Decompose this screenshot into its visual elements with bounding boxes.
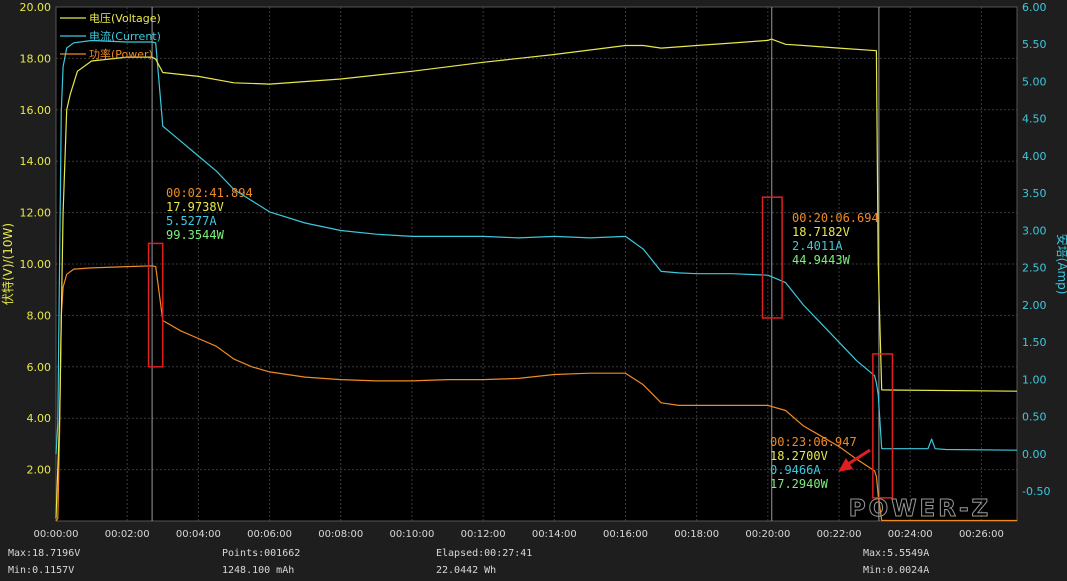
- y-left-tick-label: 16.00: [20, 104, 52, 117]
- y-right-tick-label: 1.00: [1022, 373, 1047, 386]
- legend-entry: 电流(Current): [89, 29, 161, 43]
- x-tick-label: 00:22:00: [817, 529, 862, 540]
- x-tick-label: 00:04:00: [176, 529, 221, 540]
- y-left-tick-label: 20.00: [20, 1, 52, 14]
- y-left-tick-label: 8.00: [27, 309, 52, 322]
- x-tick-label: 00:06:00: [247, 529, 292, 540]
- annotation-line: 2.4011A: [792, 239, 843, 253]
- y-axis-left-label: 伏特(V)/(10W): [0, 223, 15, 305]
- x-tick-label: 00:02:00: [105, 529, 150, 540]
- x-tick-label: 00:10:00: [389, 529, 434, 540]
- stat-min-voltage: Min:0.1157V: [8, 565, 75, 576]
- y-right-tick-label: 1.50: [1022, 336, 1047, 349]
- y-left-tick-label: 10.00: [20, 258, 52, 271]
- legend-entry: 功率(Power): [89, 47, 153, 61]
- stat-capacity: 1248.100 mAh: [222, 565, 295, 576]
- y-right-tick-label: 5.00: [1022, 75, 1047, 88]
- stats-footer: Max:18.7196V Min:0.1157V Points:001662 1…: [0, 541, 1067, 581]
- y-left-tick-label: 2.00: [27, 464, 52, 477]
- annotation-line: 18.2700V: [770, 449, 828, 463]
- x-tick-label: 00:26:00: [959, 529, 1004, 540]
- annotation-line: 18.7182V: [792, 225, 850, 239]
- y-left-tick-label: 14.00: [20, 155, 52, 168]
- y-left-tick-label: 6.00: [27, 361, 52, 374]
- y-right-tick-label: -0.50: [1022, 485, 1050, 498]
- y-right-tick-label: 4.00: [1022, 150, 1047, 163]
- y-right-tick-label: 0.00: [1022, 448, 1047, 461]
- annotation-line: 00:20:06.694: [792, 211, 879, 225]
- stat-max-voltage: Max:18.7196V: [8, 548, 81, 559]
- annotation-line: 44.9443W: [792, 253, 851, 267]
- x-tick-label: 00:16:00: [603, 529, 648, 540]
- stat-elapsed: Elapsed:00:27:41: [436, 548, 533, 559]
- y-right-tick-label: 2.50: [1022, 262, 1047, 275]
- x-tick-label: 00:18:00: [674, 529, 719, 540]
- power-z-logo: POWER-Z: [848, 496, 991, 523]
- stat-points: Points:001662: [222, 548, 301, 559]
- stat-min-current: Min:0.0024A: [863, 565, 930, 576]
- annotation-line: 17.9738V: [166, 200, 224, 214]
- annotation-line: 0.9466A: [770, 463, 821, 477]
- y-right-tick-label: 3.00: [1022, 224, 1047, 237]
- annotation-line: 99.3544W: [166, 228, 225, 242]
- y-left-tick-label: 12.00: [20, 207, 52, 220]
- annotation-line: 5.5277A: [166, 214, 217, 228]
- x-tick-label: 00:14:00: [532, 529, 577, 540]
- y-right-tick-label: 6.00: [1022, 1, 1047, 14]
- annotation-line: 17.2940W: [770, 477, 829, 491]
- y-right-tick-label: 5.50: [1022, 38, 1047, 51]
- y-axis-right-label: 安培(Amp): [1055, 234, 1067, 295]
- annotation-line: 00:02:41.894: [166, 186, 253, 200]
- x-tick-label: 00:20:00: [745, 529, 790, 540]
- stat-energy: 22.0442 Wh: [436, 565, 497, 576]
- stat-max-current: Max:5.5549A: [863, 548, 930, 559]
- y-right-tick-label: 3.50: [1022, 187, 1047, 200]
- annotation-line: 00:23:06.947: [770, 435, 857, 449]
- y-right-tick-label: 2.00: [1022, 299, 1047, 312]
- x-tick-label: 00:24:00: [888, 529, 933, 540]
- watermark-text: POWER-Z: [849, 496, 991, 522]
- y-right-tick-label: 0.50: [1022, 411, 1047, 424]
- x-tick-label: 00:00:00: [34, 529, 79, 540]
- chart-svg: 2.00 4.00 6.00 8.00 10.00 12.00 14.00 16.00 18.0…: [0, 0, 1067, 541]
- legend-entry: 电压(Voltage): [89, 12, 161, 25]
- x-tick-label: 00:08:00: [318, 529, 363, 540]
- y-left-tick-label: 4.00: [27, 412, 52, 425]
- y-right-tick-label: 4.50: [1022, 113, 1047, 126]
- y-left-tick-label: 18.00: [20, 52, 52, 65]
- x-tick-label: 00:12:00: [461, 529, 506, 540]
